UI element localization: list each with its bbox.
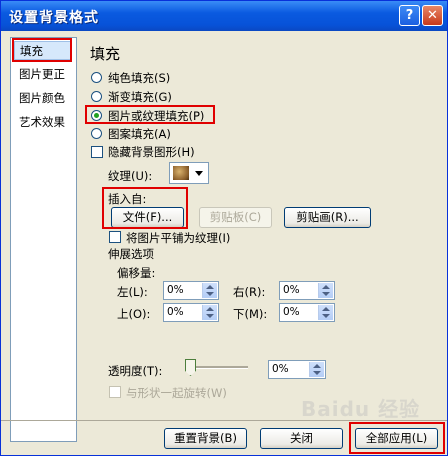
watermark: Baidu 经验: [301, 397, 421, 421]
picture-texture-fill-label[interactable]: 图片或纹理填充(P): [108, 108, 204, 124]
section-heading: 填充: [90, 45, 121, 63]
bottom-offset-label: 下(M):: [233, 307, 268, 321]
top-offset-spinner[interactable]: 0%: [163, 303, 219, 322]
transparency-label: 透明度(T):: [108, 364, 163, 378]
spinner-arrows-icon[interactable]: [318, 305, 333, 320]
radio-solid-fill[interactable]: [91, 72, 102, 83]
title-bar[interactable]: 设置背景格式 ? ✕: [1, 1, 447, 31]
transparency-slider-track[interactable]: [190, 366, 248, 369]
texture-picker[interactable]: [169, 162, 209, 184]
left-offset-label: 左(L):: [117, 285, 148, 299]
apply-to-all-button[interactable]: 全部应用(L): [355, 428, 438, 449]
right-offset-label: 右(R):: [233, 285, 266, 299]
category-fill[interactable]: 填充: [14, 41, 72, 60]
right-offset-spinner[interactable]: 0%: [279, 281, 335, 300]
bottom-offset-value[interactable]: 0%: [283, 306, 300, 318]
close-icon: ✕: [427, 8, 438, 23]
texture-swatch: [173, 166, 189, 180]
stretch-options-label: 伸展选项: [108, 247, 154, 261]
category-list: 填充 图片更正 图片颜色 艺术效果: [10, 37, 77, 442]
rotate-with-shape-label[interactable]: 与形状一起旋转(W): [126, 385, 227, 401]
radio-gradient-fill[interactable]: [91, 91, 102, 102]
radio-picture-texture-fill[interactable]: [91, 110, 102, 121]
tile-picture-checkbox[interactable]: [109, 231, 121, 243]
clipart-button[interactable]: 剪贴画(R)...: [284, 207, 371, 228]
help-button[interactable]: ?: [399, 5, 420, 26]
window-title: 设置背景格式: [9, 10, 99, 26]
tile-picture-label[interactable]: 将图片平铺为纹理(I): [126, 230, 230, 246]
radio-pattern-fill[interactable]: [91, 128, 102, 139]
left-offset-value[interactable]: 0%: [167, 284, 184, 296]
right-offset-value[interactable]: 0%: [283, 284, 300, 296]
radio-selected-dot: [94, 113, 99, 118]
insert-from-label: 插入自:: [108, 192, 147, 206]
bottom-offset-spinner[interactable]: 0%: [279, 303, 335, 322]
top-offset-value[interactable]: 0%: [167, 306, 184, 318]
category-artistic-effects[interactable]: 艺术效果: [14, 113, 77, 132]
transparency-slider-thumb[interactable]: [185, 359, 196, 376]
category-picture-corrections[interactable]: 图片更正: [14, 65, 77, 84]
spinner-arrows-icon[interactable]: [309, 362, 324, 377]
top-offset-label: 上(O):: [117, 307, 151, 321]
spinner-arrows-icon[interactable]: [318, 283, 333, 298]
spinner-arrows-icon[interactable]: [202, 283, 217, 298]
close-button[interactable]: 关闭: [260, 428, 343, 449]
spinner-arrows-icon[interactable]: [202, 305, 217, 320]
file-button[interactable]: 文件(F)...: [111, 207, 184, 228]
left-offset-spinner[interactable]: 0%: [163, 281, 219, 300]
close-window-button[interactable]: ✕: [422, 5, 443, 26]
clipboard-button[interactable]: 剪贴板(C): [199, 207, 272, 228]
gradient-fill-label[interactable]: 渐变填充(G): [108, 89, 172, 105]
pattern-fill-label[interactable]: 图案填充(A): [108, 126, 171, 142]
offset-label: 偏移量:: [117, 266, 156, 280]
reset-background-button[interactable]: 重置背景(B): [164, 428, 247, 449]
transparency-value[interactable]: 0%: [272, 363, 289, 375]
footer-divider: [1, 420, 447, 421]
chevron-down-icon: [195, 171, 203, 176]
category-picture-color[interactable]: 图片颜色: [14, 89, 77, 108]
hide-background-checkbox[interactable]: [91, 146, 103, 158]
texture-label: 纹理(U):: [108, 169, 153, 183]
solid-fill-label[interactable]: 纯色填充(S): [108, 70, 170, 86]
rotate-with-shape-checkbox[interactable]: [109, 386, 121, 398]
help-icon: ?: [405, 8, 414, 23]
hide-background-label[interactable]: 隐藏背景图形(H): [108, 144, 195, 160]
format-background-dialog: 设置背景格式 ? ✕ 填充 图片更正 图片颜色 艺术效果 填充 纯色填充(S) …: [0, 0, 448, 456]
transparency-spinner[interactable]: 0%: [268, 360, 326, 379]
